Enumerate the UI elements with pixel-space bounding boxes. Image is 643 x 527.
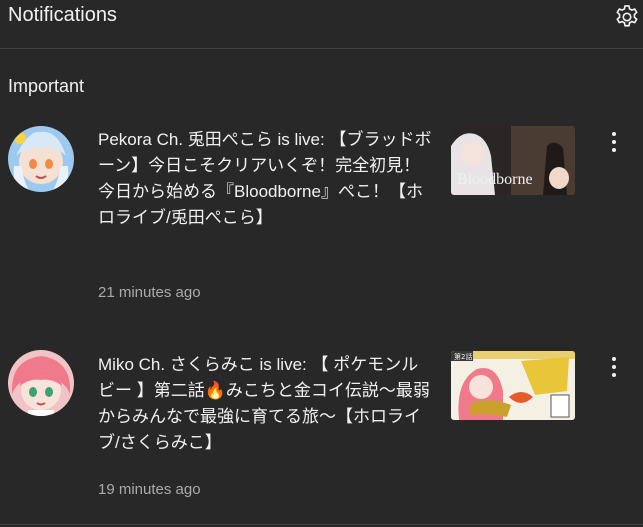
more-vert-icon <box>612 132 616 136</box>
thumbnail-title: Bloodborne <box>457 171 533 188</box>
notification-time: 19 minutes ago <box>98 481 201 498</box>
thumbnail-image: Bloodborne <box>451 126 575 195</box>
notifications-header: Notifications <box>0 0 643 49</box>
avatar-image <box>8 350 74 416</box>
notification-item[interactable]: Pekora Ch. 兎田ぺこら is live: 【ブラッドボーン】今日こそク… <box>0 120 643 310</box>
more-options-button[interactable] <box>600 352 628 382</box>
more-vert-icon <box>612 357 616 361</box>
notification-time: 21 minutes ago <box>98 284 201 301</box>
more-options-button[interactable] <box>600 127 628 157</box>
section-title-important: Important <box>8 76 85 96</box>
notification-text: Pekora Ch. 兎田ぺこら is live: 【ブラッドボーン】今日こそク… <box>98 130 432 227</box>
bottom-divider <box>0 524 643 525</box>
video-thumbnail[interactable]: 第2話 <box>451 351 575 420</box>
notification-item[interactable]: Miko Ch. さくらみこ is live: 【 ポケモンルビー 】第二話🔥み… <box>0 345 643 515</box>
channel-avatar[interactable] <box>8 350 74 416</box>
avatar-image <box>8 126 74 192</box>
video-thumbnail[interactable]: Bloodborne <box>451 126 575 195</box>
settings-button[interactable] <box>610 0 643 33</box>
thumbnail-image: 第2話 <box>451 351 575 420</box>
header-title: Notifications <box>8 4 117 26</box>
notification-text: Miko Ch. さくらみこ is live: 【 ポケモンルビー 】第二話🔥み… <box>98 355 430 452</box>
gear-icon <box>616 4 638 27</box>
channel-avatar[interactable] <box>8 126 74 192</box>
thumbnail-episode: 第2話 <box>454 352 472 361</box>
